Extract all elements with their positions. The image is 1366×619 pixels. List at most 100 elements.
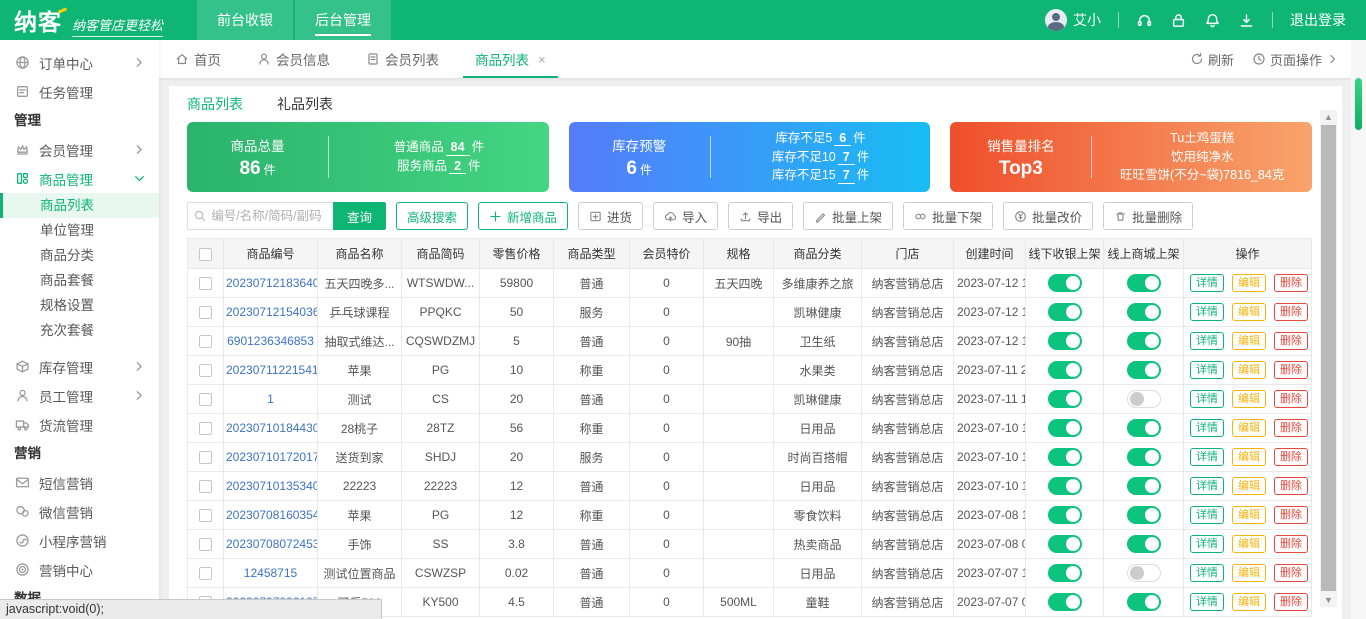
card-stat-value[interactable]: 7 bbox=[838, 150, 855, 165]
card-stat-value[interactable]: 7 bbox=[838, 168, 855, 183]
sidebar-item-product-list[interactable]: 商品列表 bbox=[0, 193, 159, 218]
detail-button[interactable]: 详情 bbox=[1190, 332, 1224, 350]
sidebar-item-product-manage[interactable]: 商品管理 bbox=[0, 164, 159, 193]
table-scrollbar-thumb[interactable] bbox=[1321, 125, 1336, 591]
batch-reprice-button[interactable]: 批量改价 bbox=[1003, 202, 1093, 230]
online-shelf-toggle[interactable] bbox=[1127, 390, 1161, 408]
offline-shelf-toggle[interactable] bbox=[1048, 361, 1082, 379]
edit-button[interactable]: 编辑 bbox=[1232, 448, 1266, 466]
edit-button[interactable]: 编辑 bbox=[1232, 303, 1266, 321]
detail-button[interactable]: 详情 bbox=[1190, 564, 1224, 582]
detail-button[interactable]: 详情 bbox=[1190, 361, 1224, 379]
content-tab-product-list[interactable]: 商品列表 bbox=[187, 94, 243, 114]
row-checkbox[interactable] bbox=[199, 567, 212, 580]
detail-button[interactable]: 详情 bbox=[1190, 419, 1224, 437]
online-shelf-toggle[interactable] bbox=[1127, 303, 1161, 321]
online-shelf-toggle[interactable] bbox=[1127, 419, 1161, 437]
edit-button[interactable]: 编辑 bbox=[1232, 274, 1266, 292]
sidebar-item-unit-manage[interactable]: 单位管理 bbox=[0, 218, 159, 243]
edit-button[interactable]: 编辑 bbox=[1232, 332, 1266, 350]
delete-button[interactable]: 删除 bbox=[1274, 535, 1308, 553]
edit-button[interactable]: 编辑 bbox=[1232, 390, 1266, 408]
sidebar-item-marketing-center[interactable]: 营销中心 bbox=[0, 555, 159, 584]
online-shelf-toggle[interactable] bbox=[1127, 448, 1161, 466]
detail-button[interactable]: 详情 bbox=[1190, 303, 1224, 321]
batch-off-shelf-button[interactable]: 批量下架 bbox=[903, 202, 993, 230]
sidebar-item-product-package[interactable]: 商品套餐 bbox=[0, 268, 159, 293]
tab-member-list[interactable]: 会员列表 bbox=[366, 40, 439, 78]
scroll-up-arrow[interactable]: ▲ bbox=[1320, 110, 1337, 124]
tab-product-list[interactable]: 商品列表× bbox=[475, 40, 546, 78]
delete-button[interactable]: 删除 bbox=[1274, 390, 1308, 408]
online-shelf-toggle[interactable] bbox=[1127, 477, 1161, 495]
delete-button[interactable]: 删除 bbox=[1274, 477, 1308, 495]
page-scrollbar[interactable] bbox=[1351, 40, 1366, 619]
product-id-link[interactable]: 20230708072453 bbox=[226, 537, 318, 551]
tab-home[interactable]: 首页 bbox=[175, 40, 221, 78]
sidebar-item-staff-manage[interactable]: 员工管理 bbox=[0, 381, 159, 410]
row-checkbox[interactable] bbox=[199, 480, 212, 493]
product-id-link[interactable]: 12458715 bbox=[244, 566, 297, 580]
offline-shelf-toggle[interactable] bbox=[1048, 564, 1082, 582]
product-id-link[interactable]: 20230710135340 bbox=[226, 479, 318, 493]
delete-button[interactable]: 删除 bbox=[1274, 332, 1308, 350]
lock-icon[interactable] bbox=[1170, 12, 1187, 29]
edit-button[interactable]: 编辑 bbox=[1232, 535, 1266, 553]
table-scrollbar[interactable]: ▲ ▼ bbox=[1320, 110, 1337, 607]
online-shelf-toggle[interactable] bbox=[1127, 593, 1161, 611]
sidebar-item-task-manage[interactable]: 任务管理 bbox=[0, 77, 159, 106]
offline-shelf-toggle[interactable] bbox=[1048, 535, 1082, 553]
delete-button[interactable]: 删除 bbox=[1274, 419, 1308, 437]
detail-button[interactable]: 详情 bbox=[1190, 448, 1224, 466]
detail-button[interactable]: 详情 bbox=[1190, 535, 1224, 553]
sidebar-item-stock-manage[interactable]: 库存管理 bbox=[0, 352, 159, 381]
detail-button[interactable]: 详情 bbox=[1190, 274, 1224, 292]
add-product-button[interactable]: 新增商品 bbox=[478, 202, 568, 230]
offline-shelf-toggle[interactable] bbox=[1048, 477, 1082, 495]
row-checkbox[interactable] bbox=[199, 335, 212, 348]
delete-button[interactable]: 删除 bbox=[1274, 361, 1308, 379]
offline-shelf-toggle[interactable] bbox=[1048, 506, 1082, 524]
bell-icon[interactable] bbox=[1204, 12, 1221, 29]
edit-button[interactable]: 编辑 bbox=[1232, 361, 1266, 379]
content-tab-gift-list[interactable]: 礼品列表 bbox=[277, 94, 333, 114]
page-scrollbar-thumb[interactable] bbox=[1355, 78, 1362, 130]
user-menu[interactable]: 艾小 bbox=[1045, 9, 1101, 31]
edit-button[interactable]: 编辑 bbox=[1232, 506, 1266, 524]
select-all-checkbox[interactable] bbox=[199, 248, 212, 261]
card-stat-value[interactable]: 84 bbox=[446, 140, 470, 155]
row-checkbox[interactable] bbox=[199, 306, 212, 319]
sidebar-item-product-category[interactable]: 商品分类 bbox=[0, 243, 159, 268]
advanced-search-button[interactable]: 高级搜索 bbox=[396, 202, 468, 230]
sidebar-item-member-manage[interactable]: 会员管理 bbox=[0, 135, 159, 164]
sidebar-item-wechat-marketing[interactable]: 微信营销 bbox=[0, 497, 159, 526]
row-checkbox[interactable] bbox=[199, 422, 212, 435]
offline-shelf-toggle[interactable] bbox=[1048, 448, 1082, 466]
online-shelf-toggle[interactable] bbox=[1127, 535, 1161, 553]
page-ops-button[interactable]: 页面操作 bbox=[1252, 50, 1340, 69]
nav-tab-backend-admin[interactable]: 后台管理 bbox=[295, 0, 391, 40]
online-shelf-toggle[interactable] bbox=[1127, 332, 1161, 350]
product-id-link[interactable]: 20230712183640 bbox=[226, 276, 318, 290]
close-icon[interactable]: × bbox=[538, 52, 546, 67]
online-shelf-toggle[interactable] bbox=[1127, 274, 1161, 292]
offline-shelf-toggle[interactable] bbox=[1048, 390, 1082, 408]
sidebar-item-recharge-package[interactable]: 充次套餐 bbox=[0, 318, 159, 343]
search-input[interactable] bbox=[211, 209, 327, 223]
offline-shelf-toggle[interactable] bbox=[1048, 593, 1082, 611]
product-id-link[interactable]: 20230710172017 bbox=[226, 450, 318, 464]
sidebar-item-miniapp-marketing[interactable]: 小程序营销 bbox=[0, 526, 159, 555]
delete-button[interactable]: 删除 bbox=[1274, 593, 1308, 611]
batch-delete-button[interactable]: 批量删除 bbox=[1103, 202, 1193, 230]
detail-button[interactable]: 详情 bbox=[1190, 390, 1224, 408]
refresh-button[interactable]: 刷新 bbox=[1190, 50, 1234, 69]
edit-button[interactable]: 编辑 bbox=[1232, 593, 1266, 611]
card-stat-value[interactable]: 6 bbox=[834, 131, 851, 146]
download-icon[interactable] bbox=[1238, 12, 1255, 29]
delete-button[interactable]: 删除 bbox=[1274, 448, 1308, 466]
tab-member-info[interactable]: 会员信息 bbox=[257, 40, 330, 78]
sidebar-item-spec-setting[interactable]: 规格设置 bbox=[0, 293, 159, 318]
row-checkbox[interactable] bbox=[199, 538, 212, 551]
nav-tab-front-cashier[interactable]: 前台收银 bbox=[197, 0, 293, 40]
offline-shelf-toggle[interactable] bbox=[1048, 303, 1082, 321]
